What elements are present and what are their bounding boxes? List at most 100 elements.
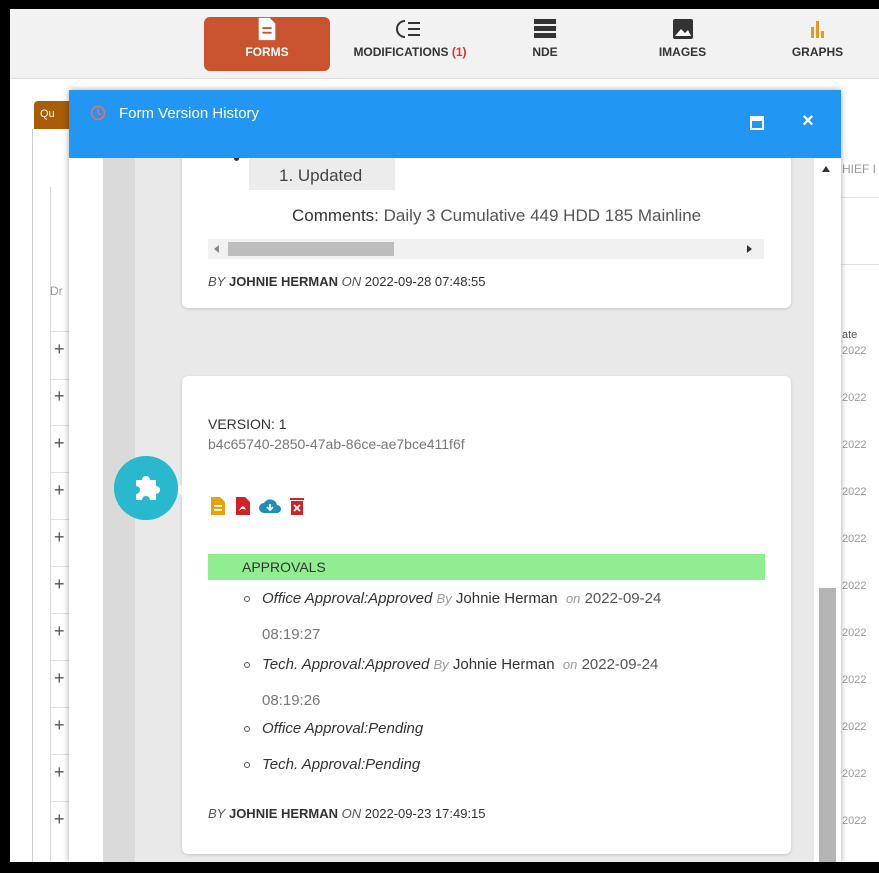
close-button[interactable]: × [798,110,818,132]
comments-row: Comments: Daily 3 Cumulative 449 HDD 185… [292,206,782,226]
approval-status: Office Approval:Approved [262,590,433,607]
horizontal-scrollbar[interactable] [208,239,764,259]
row-expand-button[interactable]: + [54,433,65,454]
modifications-icon [396,20,420,38]
background-date-cell: 2022 [842,533,867,545]
approval-by-label: By [433,657,449,672]
row-expand-button[interactable]: + [54,574,65,595]
bullet-dot [234,158,239,161]
background-right-column [838,149,879,862]
maximize-icon[interactable] [749,115,765,131]
approval-item: Office Approval:Pending [244,720,424,737]
approval-by-label: By [436,591,452,606]
image-icon [672,19,693,39]
nav-forms-label: FORMS [245,45,289,59]
modal-body: 1. Updated Comments: Daily 3 Cumulative … [69,158,841,862]
background-divider [32,129,33,862]
row-expand-button[interactable]: + [54,480,65,501]
row-expand-button[interactable]: + [54,762,65,783]
delete-icon[interactable] [287,496,307,516]
approval-on-label: on [562,657,578,672]
vertical-scroll-thumb[interactable] [819,588,836,862]
row-divider [50,660,70,661]
background-date-cell: 2022 [842,674,867,686]
nav-forms-button[interactable]: FORMS [204,17,330,71]
change-entry: 1. Updated [249,158,395,190]
bar-chart-icon [810,21,824,38]
form-version-history-modal: Form Version History × 1. Updated Commen… [69,90,841,862]
modal-title: Form Version History [119,105,260,122]
app-frame: FORMS MODIFICATIONS (1) NDE IMAGES GRAPH… [10,9,879,862]
nav-nde-button[interactable]: NDE [515,17,575,71]
nav-graphs-button[interactable]: GRAPHS [780,17,855,71]
row-divider [838,264,879,265]
timestamp: 2022-09-28 07:48:55 [364,274,486,289]
scroll-left-icon[interactable] [214,245,219,253]
nav-modifications-label: MODIFICATIONS [353,45,449,59]
card-byline: BY JOHNIE HERMAN ON 2022-09-28 07:48:55 [208,274,486,289]
approval-status: Tech. Approval:Pending [262,756,421,773]
nav-images-button[interactable]: IMAGES [640,17,725,71]
background-date-cell: 2022 [842,392,867,404]
row-divider [838,197,879,198]
approver-name: Johnie Herman [452,656,555,673]
background-date-cell: 2022 [842,627,867,639]
row-divider [50,425,70,426]
form-document-icon [258,17,276,41]
modal-header: Form Version History × [69,90,841,158]
background-header-fragment: HIEF I [842,162,877,176]
approval-item: Office Approval:Approved By Johnie Herma… [244,590,662,607]
comments-value: Daily 3 Cumulative 449 HDD 185 Mainline [383,206,702,225]
row-divider [50,519,70,520]
row-expand-button[interactable]: + [54,668,65,689]
row-expand-button[interactable]: + [54,339,65,360]
nav-modifications-button[interactable]: MODIFICATIONS (1) [335,17,485,71]
background-date-cell: 2022 [842,345,867,357]
scroll-up-icon[interactable] [822,166,830,172]
row-divider [50,566,70,567]
row-divider [50,801,70,802]
horizontal-scroll-thumb[interactable] [228,242,394,256]
background-date-cell: 2022 [842,486,867,498]
card-byline: BY JOHNIE HERMAN ON 2022-09-23 17:49:15 [208,806,486,821]
timestamp: 2022-09-23 17:49:15 [364,806,486,821]
row-expand-button[interactable]: + [54,809,65,830]
cloud-download-icon[interactable] [258,496,282,516]
modifications-count-badge: (1) [451,45,467,59]
approval-status: Tech. Approval:Approved [262,656,430,673]
vertical-scrollbar[interactable] [814,158,841,862]
version-label: VERSION: 1 [208,416,287,432]
row-expand-button[interactable]: + [54,715,65,736]
pdf-icon[interactable] [233,496,253,516]
list-bullet [244,662,250,668]
nav-images-label: IMAGES [658,45,707,59]
version-card-updated: 1. Updated Comments: Daily 3 Cumulative … [182,158,791,308]
approval-item: Tech. Approval:Approved By Johnie Herman… [244,656,658,673]
document-icon[interactable] [208,496,228,516]
history-icon [90,105,106,121]
row-divider [50,472,70,473]
top-nav: FORMS MODIFICATIONS (1) NDE IMAGES GRAPH… [10,9,879,79]
by-label: BY [208,274,226,289]
on-label: ON [341,274,362,289]
scroll-right-icon[interactable] [747,245,752,253]
row-expand-button[interactable]: + [54,386,65,407]
version-card: VERSION: 1 b4c65740-2850-47ab-86ce-ae7bc… [182,376,791,854]
background-date-cell: 2022 [842,721,867,733]
nav-graphs-label: GRAPHS [791,45,844,59]
list-bullet [244,762,250,768]
on-label: ON [341,806,362,821]
row-expand-button[interactable]: + [54,621,65,642]
background-tab[interactable]: Qu [34,101,74,129]
author-name: JOHNIE HERMAN [228,806,339,821]
approval-time: 08:19:27 [262,626,321,643]
background-date-cell: 2022 [842,439,867,451]
background-date-header: ate [842,329,858,341]
background-date-cell: 2022 [842,815,867,827]
approvals-header: APPROVALS [208,554,765,580]
by-label: BY [208,806,226,821]
approval-status: Office Approval:Pending [262,720,424,737]
approval-date: 2022-09-24 [584,590,662,607]
background-date-cell: 2022 [842,580,867,592]
row-expand-button[interactable]: + [54,527,65,548]
